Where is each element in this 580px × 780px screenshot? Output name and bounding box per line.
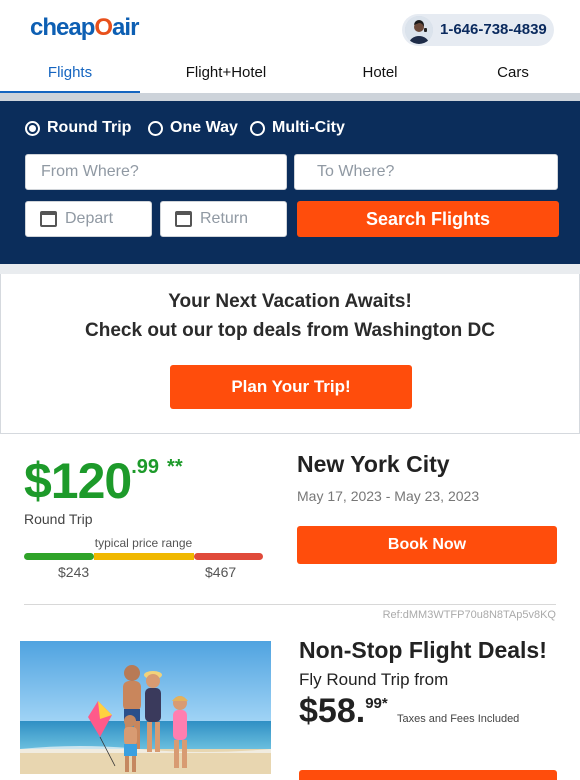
price-cents: 99* (365, 695, 388, 712)
logo-text: air (112, 14, 139, 41)
phone-number[interactable]: 1-646-738-4839 (440, 21, 547, 38)
range-high-value: $467 (205, 564, 237, 580)
tab-cars[interactable]: Cars (460, 64, 566, 81)
vacation-promo: Your Next Vacation Awaits! Check out our… (0, 274, 580, 434)
tab-hotel[interactable]: Hotel (320, 64, 440, 81)
calendar-icon (175, 211, 192, 227)
depart-placeholder: Depart (65, 210, 114, 227)
reference-code: Ref:dMM3WTFP70u8N8TAp5v8KQ (382, 609, 556, 621)
agent-avatar (405, 16, 433, 44)
price-footnote-mark: ** (167, 456, 183, 478)
tab-flight-hotel[interactable]: Flight+Hotel (150, 64, 302, 81)
header: cheapOair 1-646-738-4839 (0, 0, 580, 60)
taxes-note: Taxes and Fees Included (397, 713, 520, 725)
promo-subheadline: Check out our top deals from Washington … (85, 320, 495, 341)
flight-search-panel: Round Trip One Way Multi-City From Where… (0, 101, 580, 264)
tab-flights[interactable]: Flights (0, 64, 140, 81)
calendar-icon (40, 211, 57, 227)
nonstop-deals-title: Non-Stop Flight Deals! (299, 637, 547, 663)
deal-card: $120.99 ** Round Trip typical price range… (0, 434, 580, 780)
destination-city: New York City (297, 451, 450, 477)
divider-band (0, 264, 580, 274)
price-cents: .99 (131, 456, 160, 478)
depart-date-input[interactable]: Depart (25, 201, 152, 237)
radio-round-trip[interactable]: Round Trip (25, 119, 131, 137)
return-date-input[interactable]: Return (160, 201, 287, 237)
family-beach-image (20, 641, 271, 774)
divider (24, 604, 556, 605)
radio-unselected-icon (148, 120, 163, 136)
range-bar-high (194, 553, 263, 560)
radio-multi-city[interactable]: Multi-City (250, 119, 345, 137)
nonstop-cta-button[interactable] (299, 770, 557, 780)
to-placeholder: To Where? (317, 163, 395, 180)
radio-one-way[interactable]: One Way (148, 119, 238, 137)
book-now-button[interactable]: Book Now (297, 526, 557, 564)
radio-selected-icon (25, 120, 40, 136)
nonstop-subtitle: Fly Round Trip from (299, 670, 449, 689)
deal-trip-type: Round Trip (24, 511, 93, 527)
range-bar-low (24, 553, 94, 560)
plan-trip-button[interactable]: Plan Your Trip! (170, 365, 412, 409)
radio-label: Multi-City (272, 119, 345, 136)
cheapoair-logo[interactable]: cheapOair (30, 14, 139, 42)
price-dollars: $58. (299, 692, 366, 730)
return-placeholder: Return (200, 210, 249, 227)
promo-headline: Your Next Vacation Awaits! (168, 291, 412, 312)
phone-contact[interactable]: 1-646-738-4839 (402, 14, 554, 46)
logo-text: cheap (30, 14, 95, 41)
radio-label: One Way (170, 119, 238, 136)
to-input[interactable]: To Where? (294, 154, 558, 190)
price-range-label: typical price range (94, 536, 193, 550)
divider-band (0, 93, 580, 101)
from-placeholder: From Where? (41, 163, 139, 180)
deal-price: $120.99 ** (24, 452, 183, 510)
travel-dates: May 17, 2023 - May 23, 2023 (297, 488, 480, 504)
range-low-value: $243 (58, 564, 90, 580)
search-flights-button[interactable]: Search Flights (297, 201, 559, 237)
nonstop-price: $58.99* (299, 692, 388, 731)
radio-unselected-icon (250, 120, 265, 136)
product-tabs: Flights Flight+Hotel Hotel Cars (0, 60, 580, 94)
from-input[interactable]: From Where? (25, 154, 287, 190)
radio-label: Round Trip (47, 119, 132, 136)
price-dollars: $120 (24, 453, 132, 509)
range-bar-typical (94, 553, 194, 560)
logo-o-icon: O (94, 14, 113, 41)
